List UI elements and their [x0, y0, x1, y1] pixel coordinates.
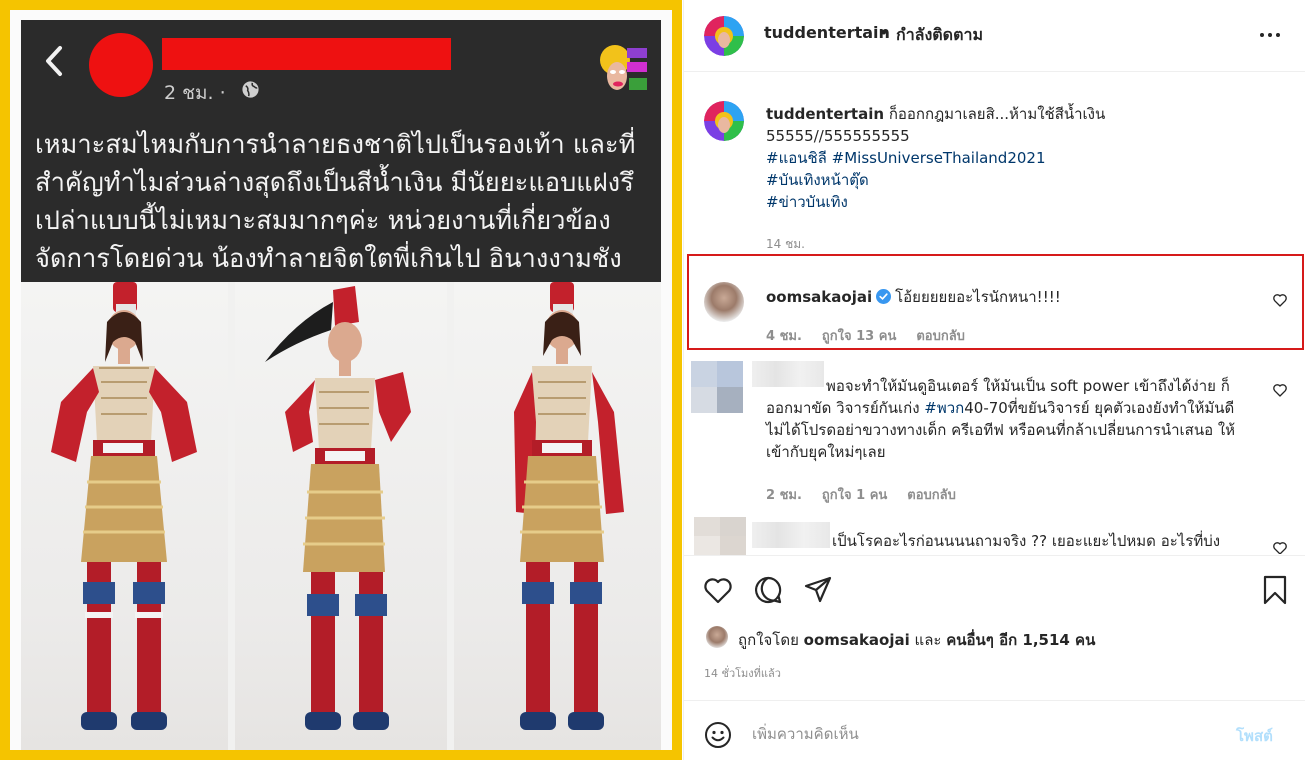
model-figure-icon	[51, 282, 197, 730]
photo-right	[454, 282, 661, 750]
comment-like-heart-icon[interactable]	[1272, 292, 1288, 308]
save-bookmark-icon[interactable]	[1259, 574, 1291, 606]
other-likers-link[interactable]: คนอื่นๆ อีก 1,514 คน	[946, 631, 1095, 649]
model-figure-icon	[265, 286, 411, 730]
post-media[interactable]: 2 ชม. · เหมาะสมไหมกับการนำลายธงชาติไปเป็…	[0, 0, 683, 760]
caption-line-2: 55555//555555555	[766, 127, 910, 145]
comment-time[interactable]: 2 ชม.	[766, 488, 802, 503]
reply-button[interactable]: ตอบกลับ	[916, 329, 965, 344]
caption-text: ก็ออกกฎมาเลยสิ...ห้ามใช้สีน้ำเงิน	[888, 105, 1106, 123]
caption-hashtag[interactable]: #ข่าวบันเทิง	[766, 191, 1266, 213]
comment-row: oomsakaojai โอ้ยยยยยอะไรนักหนา!!!!	[766, 285, 1061, 309]
author-username[interactable]: tuddentertain	[764, 23, 890, 42]
post-comment-button[interactable]: โพสต์	[1236, 724, 1273, 748]
instagram-post-view: 2 ชม. · เหมาะสมไหมกับการนำลายธงชาติไปเป็…	[0, 0, 1305, 760]
comment-text: เป็นโรคอะไรก่อนนนนถามจริง ?? เยอะแยะไปหม…	[832, 532, 1221, 550]
redacted-avatar	[89, 33, 153, 97]
photo-left	[21, 282, 228, 750]
caption: tuddentertain ก็ออกกฎมาเลยสิ...ห้ามใช้สี…	[766, 103, 1266, 213]
comment-time[interactable]: 4 ชม.	[766, 329, 802, 344]
caption-hashtag[interactable]: #บันเทิงหน้าตุ๊ด	[766, 169, 1266, 191]
comment-meta: 2 ชม. ถูกใจ 1 คน ตอบกลับ	[766, 484, 976, 505]
back-arrow-icon	[46, 46, 62, 76]
comment-likes[interactable]: ถูกใจ 13 คน	[822, 329, 896, 344]
caption-username[interactable]: tuddentertain	[766, 105, 884, 123]
facebook-screenshot: 2 ชม. · เหมาะสมไหมกับการนำลายธงชาติไปเป็…	[21, 20, 661, 312]
more-options-icon[interactable]	[1258, 25, 1282, 45]
likes-prefix: ถูกใจโดย	[738, 631, 799, 649]
comment-like-heart-icon[interactable]	[1272, 540, 1288, 554]
liker-username[interactable]: oomsakaojai	[804, 631, 910, 649]
page-logo-icon	[597, 38, 649, 96]
model-figure-icon	[514, 282, 624, 730]
commenter-avatar[interactable]	[704, 282, 744, 322]
comment-username[interactable]: oomsakaojai	[766, 288, 872, 306]
photo-center	[235, 282, 447, 750]
fb-post-time: 2 ชม. ·	[164, 82, 226, 104]
redacted-name	[162, 38, 451, 70]
reply-button[interactable]: ตอบกลับ	[907, 488, 956, 503]
blurred-avatar[interactable]	[691, 361, 743, 413]
comment-text: พอจะทำให้มันดูอินเตอร์ ให้มันเป็น soft p…	[766, 375, 1246, 463]
caption-hashtag[interactable]: #แอนชิลี #MissUniverseThailand2021	[766, 147, 1266, 169]
comment-meta: 4 ชม. ถูกใจ 13 คน ตอบกลับ	[766, 325, 985, 346]
share-send-icon[interactable]	[802, 574, 834, 606]
author-avatar[interactable]	[704, 16, 744, 56]
action-bar	[684, 555, 1305, 615]
comment-likes[interactable]: ถูกใจ 1 คน	[822, 488, 887, 503]
caption-time[interactable]: 14 ชม.	[766, 235, 805, 254]
emoji-icon[interactable]	[704, 721, 732, 749]
comment-bubble-icon[interactable]	[752, 574, 784, 606]
header-separator: •	[879, 23, 889, 42]
likes-summary: ถูกใจโดย oomsakaojai และ คนอื่นๆ อีก 1,5…	[738, 628, 1095, 652]
post-timestamp[interactable]: 14 ชั่วโมงที่แล้ว	[704, 664, 781, 682]
globe-icon	[242, 81, 259, 98]
like-heart-icon[interactable]	[702, 574, 734, 606]
comment-like-heart-icon[interactable]	[1272, 382, 1288, 398]
caption-author-avatar[interactable]	[704, 101, 744, 141]
blurred-avatar[interactable]	[694, 517, 746, 555]
comment-hashtag[interactable]: #พวก	[924, 399, 964, 417]
costume-photos	[21, 282, 661, 750]
liker-avatar[interactable]	[706, 626, 728, 648]
post-side-panel: tuddentertain • กำลังติดตาม tuddentertai…	[683, 0, 1305, 760]
post-header: tuddentertain • กำลังติดตาม	[684, 0, 1305, 72]
media-frame: 2 ชม. · เหมาะสมไหมกับการนำลายธงชาติไปเป็…	[0, 0, 682, 760]
add-comment-bar: โพสต์	[684, 700, 1305, 760]
verified-badge-icon	[876, 289, 892, 304]
likes-conjunction: และ	[914, 631, 942, 649]
blurred-username[interactable]	[752, 522, 830, 548]
comment-input[interactable]	[752, 719, 1212, 749]
comment-text: โอ้ยยยยยอะไรนักหนา!!!!	[895, 288, 1061, 306]
following-button[interactable]: กำลังติดตาม	[896, 23, 983, 48]
